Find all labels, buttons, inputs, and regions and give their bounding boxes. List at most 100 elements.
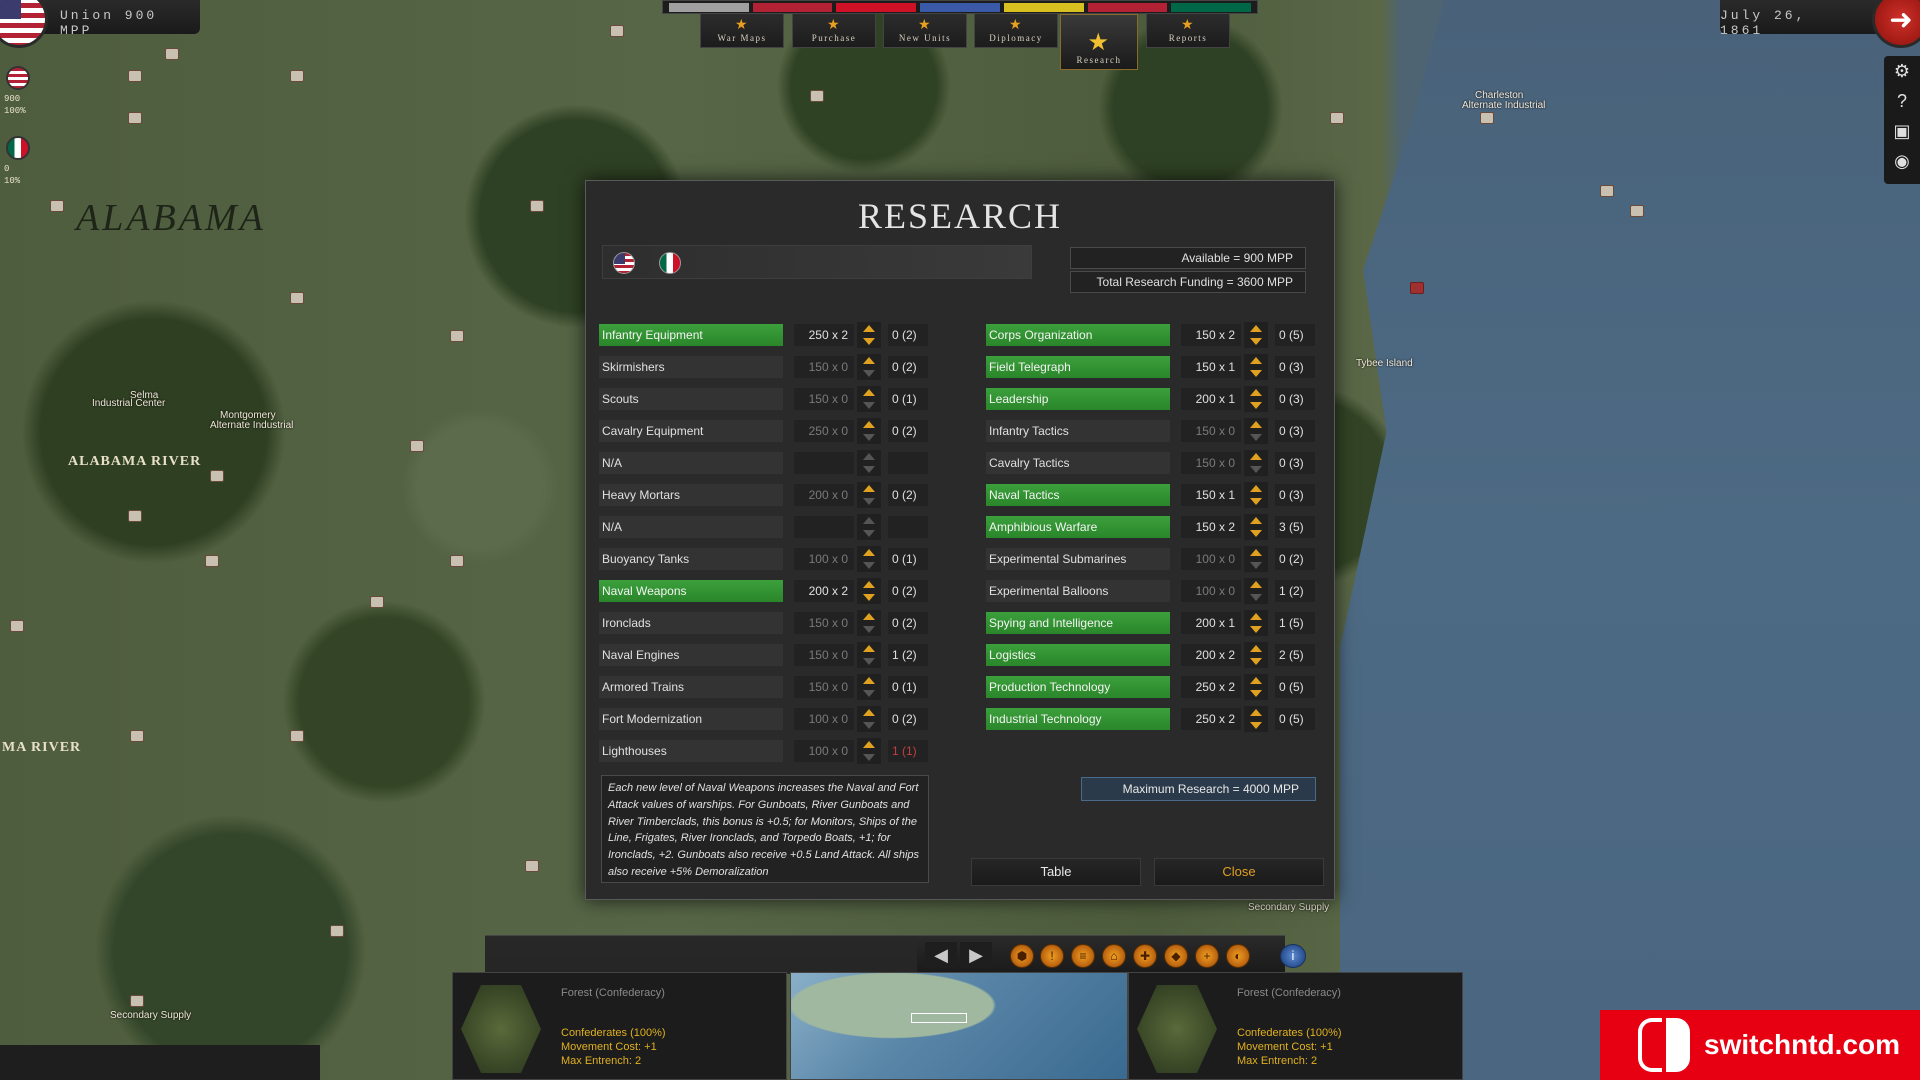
arrow-down-icon[interactable] <box>863 402 875 409</box>
arrow-down-icon[interactable] <box>863 722 875 729</box>
unit-marker[interactable] <box>1330 112 1344 124</box>
plus-filter-icon[interactable]: + <box>1195 944 1219 968</box>
tech-row[interactable]: Industrial Technology 250 x 2 0 (5) <box>986 705 1326 737</box>
arrow-up-icon[interactable] <box>863 581 875 588</box>
tech-name[interactable]: Spying and Intelligence <box>986 612 1170 634</box>
tech-row[interactable]: Armored Trains 150 x 0 0 (1) <box>599 673 939 705</box>
arrow-down-icon[interactable] <box>1250 370 1262 377</box>
arrow-up-icon[interactable] <box>1250 517 1262 524</box>
tech-name[interactable]: Naval Weapons <box>599 580 783 602</box>
arrow-down-icon[interactable] <box>1250 722 1262 729</box>
arrow-up-icon[interactable] <box>1250 613 1262 620</box>
arrow-down-icon[interactable] <box>863 434 875 441</box>
tech-stepper[interactable] <box>1244 386 1268 412</box>
arrow-up-icon[interactable] <box>1250 357 1262 364</box>
tech-stepper[interactable] <box>857 514 881 540</box>
tech-row[interactable]: Leadership 200 x 1 0 (3) <box>986 385 1326 417</box>
unit-marker[interactable] <box>290 730 304 742</box>
tech-name[interactable]: Cavalry Equipment <box>599 420 783 442</box>
arrow-down-icon[interactable] <box>1250 626 1262 633</box>
tech-stepper[interactable] <box>857 642 881 668</box>
camera-icon[interactable]: ◉ <box>1884 146 1920 176</box>
tech-name[interactable]: Infantry Tactics <box>986 420 1170 442</box>
tech-stepper[interactable] <box>1244 674 1268 700</box>
tech-stepper[interactable] <box>857 578 881 604</box>
tech-row[interactable]: N/A <box>599 513 939 545</box>
tech-stepper[interactable] <box>857 322 881 348</box>
unit-marker[interactable] <box>370 596 384 608</box>
next-arrow-icon[interactable]: ▶ <box>960 942 992 968</box>
unit-marker[interactable] <box>1600 185 1614 197</box>
arrow-up-icon[interactable] <box>863 677 875 684</box>
tab-reports[interactable]: ★ Reports <box>1146 14 1230 48</box>
mexico-flag-icon[interactable] <box>659 252 681 274</box>
arrow-up-icon[interactable] <box>863 613 875 620</box>
tab-war-maps[interactable]: ★ War Maps <box>700 14 784 48</box>
hex-filter-icon[interactable]: ⬢ <box>1010 944 1034 968</box>
arrow-up-icon[interactable] <box>863 421 875 428</box>
tech-stepper[interactable] <box>857 610 881 636</box>
tech-stepper[interactable] <box>857 738 881 764</box>
unit-marker[interactable] <box>410 440 424 452</box>
arrow-up-icon[interactable] <box>863 741 875 748</box>
tech-stepper[interactable] <box>1244 610 1268 636</box>
arrow-up-icon[interactable] <box>1250 677 1262 684</box>
tech-name[interactable]: Lighthouses <box>599 740 783 762</box>
arrow-down-icon[interactable] <box>863 466 875 473</box>
tech-name[interactable]: N/A <box>599 452 783 474</box>
tech-stepper[interactable] <box>1244 482 1268 508</box>
city-filter-icon[interactable]: ⌂ <box>1102 944 1126 968</box>
table-button[interactable]: Table <box>971 858 1141 886</box>
tab-purchase[interactable]: ★ Purchase <box>792 14 876 48</box>
tech-stepper[interactable] <box>1244 322 1268 348</box>
tech-row[interactable]: Fort Modernization 100 x 0 0 (2) <box>599 705 939 737</box>
tech-name[interactable]: Corps Organization <box>986 324 1170 346</box>
tech-name[interactable]: Field Telegraph <box>986 356 1170 378</box>
tech-row[interactable]: Buoyancy Tanks 100 x 0 0 (1) <box>599 545 939 577</box>
tech-name[interactable]: Armored Trains <box>599 676 783 698</box>
tech-stepper[interactable] <box>1244 706 1268 732</box>
unit-marker[interactable] <box>210 470 224 482</box>
tech-stepper[interactable] <box>1244 450 1268 476</box>
tech-row[interactable]: Ironclads 150 x 0 0 (2) <box>599 609 939 641</box>
info-icon[interactable]: i <box>1280 944 1306 968</box>
arrow-down-icon[interactable] <box>863 690 875 697</box>
arrow-down-icon[interactable] <box>863 530 875 537</box>
arrow-down-icon[interactable] <box>1250 562 1262 569</box>
tech-name[interactable]: Logistics <box>986 644 1170 666</box>
tech-row[interactable]: Corps Organization 150 x 2 0 (5) <box>986 321 1326 353</box>
tech-name[interactable]: Production Technology <box>986 676 1170 698</box>
arrow-up-icon[interactable] <box>863 709 875 716</box>
unit-marker[interactable] <box>330 925 344 937</box>
arrow-up-icon[interactable] <box>863 645 875 652</box>
tech-row[interactable]: Cavalry Tactics 150 x 0 0 (3) <box>986 449 1326 481</box>
tech-row[interactable]: Naval Tactics 150 x 1 0 (3) <box>986 481 1326 513</box>
unit-marker[interactable] <box>525 860 539 872</box>
arrow-up-icon[interactable] <box>1250 389 1262 396</box>
unit-marker[interactable] <box>130 730 144 742</box>
unit-marker[interactable] <box>10 620 24 632</box>
us-flag-icon[interactable] <box>6 66 30 90</box>
tech-stepper[interactable] <box>857 418 881 444</box>
tech-name[interactable]: Cavalry Tactics <box>986 452 1170 474</box>
unit-marker[interactable] <box>810 90 824 102</box>
arrow-down-icon[interactable] <box>863 658 875 665</box>
arrow-up-icon[interactable] <box>863 485 875 492</box>
tech-row[interactable]: Production Technology 250 x 2 0 (5) <box>986 673 1326 705</box>
tech-row[interactable]: Naval Weapons 200 x 2 0 (2) <box>599 577 939 609</box>
arrow-down-icon[interactable] <box>1250 530 1262 537</box>
arrow-up-icon[interactable] <box>863 389 875 396</box>
unit-marker[interactable] <box>290 292 304 304</box>
unit-marker[interactable] <box>530 200 544 212</box>
arrow-up-icon[interactable] <box>1250 645 1262 652</box>
tech-stepper[interactable] <box>1244 546 1268 572</box>
unit-marker[interactable] <box>50 200 64 212</box>
close-button[interactable]: Close <box>1154 858 1324 886</box>
tech-name[interactable]: Amphibious Warfare <box>986 516 1170 538</box>
tech-row[interactable]: Experimental Submarines 100 x 0 0 (2) <box>986 545 1326 577</box>
tech-name[interactable]: Experimental Submarines <box>986 548 1170 570</box>
arrow-up-icon[interactable] <box>1250 581 1262 588</box>
tech-row[interactable]: Experimental Balloons 100 x 0 1 (2) <box>986 577 1326 609</box>
arrow-up-icon[interactable] <box>1250 421 1262 428</box>
arrow-down-icon[interactable] <box>863 754 875 761</box>
